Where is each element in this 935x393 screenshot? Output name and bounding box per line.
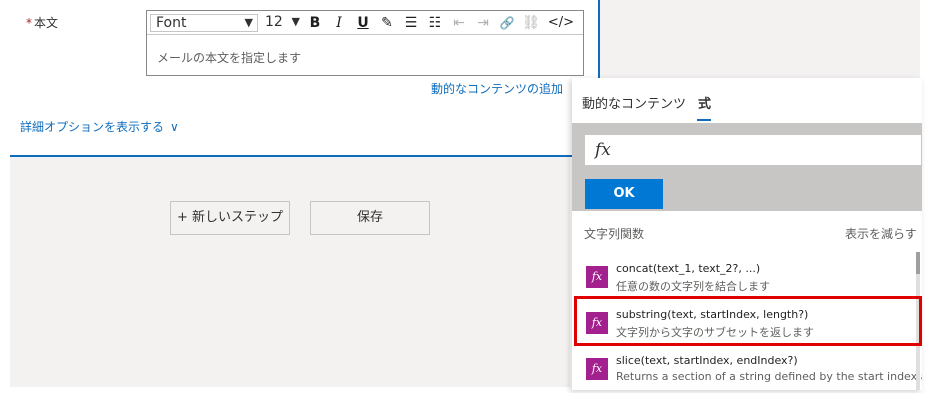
string-functions-heading: 文字列関数	[584, 227, 645, 241]
underline-icon[interactable]: U	[353, 14, 373, 32]
tab-expression[interactable]: 式	[698, 93, 711, 112]
add-dynamic-content-link[interactable]: 動的なコンテンツの追加	[431, 80, 563, 97]
pen-icon[interactable]: ✎	[377, 14, 397, 32]
required-marker: *	[26, 16, 32, 30]
bold-icon[interactable]: B	[305, 14, 325, 32]
canvas-area	[10, 157, 570, 387]
chevron-down-icon: ∨	[170, 120, 179, 134]
rich-text-editor[interactable]: Font ▼ 12 ▼ B I U ✎ ☰ ☷ ⇤ ⇥ 🔗 ⛓ </> メールの本文…	[146, 10, 584, 76]
editor-placeholder: メールの本文を指定します	[157, 51, 302, 65]
function-item-slice[interactable]: fx slice(text, startIndex, endIndex?) Re…	[584, 350, 922, 390]
send-email-action-card: * 本文 Font ▼ 12 ▼ B I U ✎ ☰ ☷ ⇤ ⇥ 🔗 ⛓ </> メー…	[10, 0, 600, 157]
save-button[interactable]: 保存	[310, 201, 430, 235]
function-signature: slice(text, startIndex, endIndex?)	[616, 354, 798, 367]
new-step-button[interactable]: + 新しいステップ	[170, 201, 290, 235]
body-field-label: * 本文	[26, 16, 59, 30]
function-description: 任意の数の文字列を結合します	[616, 280, 770, 293]
outdent-icon[interactable]: ⇤	[449, 14, 469, 32]
show-less-link[interactable]: 表示を減らす	[845, 225, 917, 242]
ok-button[interactable]: OK	[585, 179, 663, 209]
highlight-box	[574, 296, 922, 346]
function-signature: concat(text_1, text_2?, ...)	[616, 262, 761, 275]
function-description: Returns a section of a string defined by…	[616, 370, 922, 383]
link-icon[interactable]: 🔗	[497, 14, 517, 32]
indent-icon[interactable]: ⇥	[473, 14, 493, 32]
tab-dynamic-content[interactable]: 動的なコンテンツ	[582, 93, 686, 112]
flow-editor-screen: * 本文 Font ▼ 12 ▼ B I U ✎ ☰ ☷ ⇤ ⇥ 🔗 ⛓ </> メー…	[0, 0, 935, 393]
font-size-select[interactable]: 12 ▼	[262, 14, 300, 32]
chevron-down-icon: ▼	[244, 16, 253, 29]
unlink-icon[interactable]: ⛓	[521, 14, 541, 32]
italic-icon[interactable]: I	[329, 14, 349, 32]
canvas-top-area	[600, 0, 920, 78]
numbered-list-icon[interactable]: ☷	[425, 14, 445, 32]
right-margin	[920, 0, 935, 393]
fx-icon: fx	[586, 358, 608, 380]
font-select[interactable]: Font ▼	[150, 14, 258, 32]
chevron-down-icon: ▼	[291, 15, 300, 28]
scrollbar-thumb[interactable]	[916, 252, 920, 274]
active-tab-indicator	[697, 119, 711, 121]
fx-icon: fx	[586, 266, 608, 288]
expression-input[interactable]: fx	[584, 134, 922, 166]
editor-toolbar: Font ▼ 12 ▼ B I U ✎ ☰ ☷ ⇤ ⇥ 🔗 ⛓ </>	[147, 11, 583, 35]
bullet-list-icon[interactable]: ☰	[401, 14, 421, 32]
show-advanced-options-link[interactable]: 詳細オプションを表示する ∨	[20, 118, 179, 135]
code-view-icon[interactable]: </>	[547, 14, 575, 32]
fx-icon: fx	[595, 140, 611, 160]
